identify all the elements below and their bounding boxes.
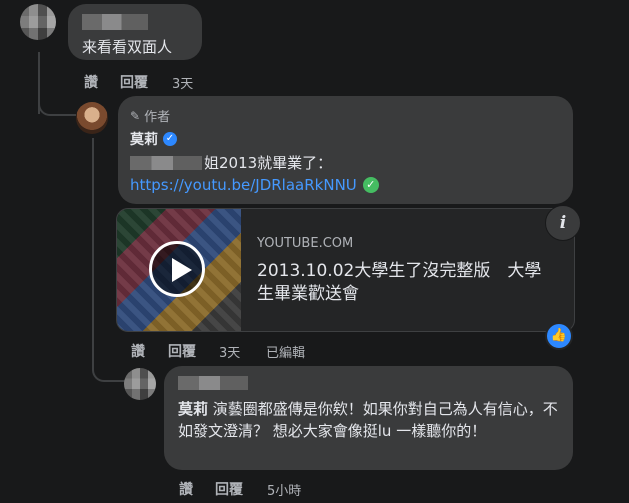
- reply-text: 姐2013就畢業了：: [130, 152, 332, 173]
- pencil-icon: ✎: [130, 108, 141, 123]
- reply-button[interactable]: 回覆: [168, 341, 196, 361]
- reply-button[interactable]: 回覆: [215, 479, 243, 499]
- reply-text-suffix: 姐2013就畢業了：: [204, 154, 333, 172]
- info-icon[interactable]: i: [545, 205, 581, 241]
- timestamp[interactable]: 3天: [219, 342, 240, 361]
- verified-icon: ✓: [163, 132, 177, 146]
- reply-button[interactable]: 回覆: [120, 72, 148, 92]
- author-badge: ✎ 作者: [130, 106, 171, 126]
- avatar[interactable]: [20, 4, 56, 40]
- reply-body: 演藝圈都盛傳是你欸！如果你對自己為人有信心，不如發文澄清？ 想必大家會像挺lu …: [178, 400, 558, 440]
- avatar[interactable]: [124, 368, 156, 400]
- like-button[interactable]: 讚: [179, 479, 193, 499]
- reply-text: 莫莉 演藝圈都盛傳是你欸！如果你對自己為人有信心，不如發文澄清？ 想必大家會像挺…: [178, 398, 558, 442]
- thread-connector-2: [92, 330, 126, 382]
- author-name-text[interactable]: 莫莉: [130, 129, 158, 149]
- like-button[interactable]: 讚: [84, 72, 98, 92]
- edited-label[interactable]: 已編輯: [266, 342, 305, 361]
- youtube-link[interactable]: https://youtu.be/JDRlaaRkNNU: [130, 176, 357, 194]
- comment-text: 来看看双面人: [82, 38, 173, 56]
- comment-bubble: 来看看双面人: [68, 4, 202, 60]
- link-row: https://youtu.be/JDRlaaRkNNU ✓: [130, 176, 379, 194]
- author-badge-label: 作者: [144, 110, 171, 125]
- commenter-name[interactable]: [82, 14, 148, 30]
- link-preview-card[interactable]: YOUTUBE.COM 2013.10.02大學生了沒完整版 大學生畢業歡送會: [116, 208, 575, 332]
- thread-connector-1: [38, 62, 76, 116]
- redacted-name: [130, 155, 202, 170]
- author-name[interactable]: 莫莉 ✓: [130, 129, 177, 149]
- like-reaction-icon[interactable]: 👍: [545, 322, 573, 350]
- preview-title[interactable]: 2013.10.02大學生了沒完整版 大學生畢業歡送會: [257, 260, 557, 306]
- like-button[interactable]: 讚: [131, 341, 145, 361]
- avatar[interactable]: [76, 102, 108, 134]
- timestamp[interactable]: 5小時: [267, 480, 301, 499]
- reply-bubble: 莫莉 演藝圈都盛傳是你欸！如果你對自己為人有信心，不如發文澄清？ 想必大家會像挺…: [164, 366, 573, 470]
- timestamp[interactable]: 3天: [172, 73, 193, 92]
- video-thumbnail[interactable]: [117, 209, 241, 331]
- commenter-name[interactable]: [178, 376, 248, 390]
- reply-bubble: ✎ 作者 莫莉 ✓ 姐2013就畢業了： https://youtu.be/JD…: [118, 96, 573, 204]
- check-circle-icon: ✓: [362, 177, 379, 193]
- preview-source: YOUTUBE.COM: [257, 236, 354, 251]
- play-button-icon[interactable]: [149, 241, 205, 297]
- mention-link[interactable]: 莫莉: [178, 400, 208, 418]
